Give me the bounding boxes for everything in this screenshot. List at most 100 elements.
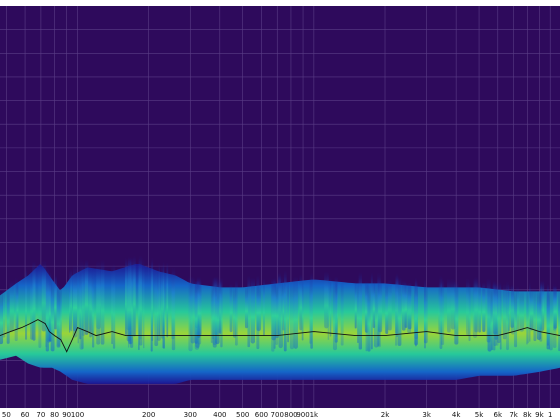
streak-155 [81, 263, 85, 336]
streak-141 [519, 291, 525, 332]
streak-172 [553, 286, 557, 329]
streak-153 [194, 281, 198, 344]
streak-94 [340, 280, 344, 346]
streak-79 [124, 257, 127, 336]
streak-137 [100, 259, 105, 345]
streak-98 [324, 271, 329, 329]
x-tick-label-18: 5k [475, 411, 484, 419]
streak-91 [50, 278, 55, 352]
streak-176 [450, 278, 456, 330]
streak-90 [133, 255, 136, 337]
streak-161 [126, 263, 131, 342]
streak-12 [533, 287, 537, 342]
streak-32 [293, 276, 298, 349]
streak-142 [69, 278, 71, 333]
streak-175 [387, 279, 392, 331]
streak-180 [506, 281, 509, 351]
streak-102 [423, 284, 428, 344]
x-tick-label-21: 8k [523, 411, 532, 419]
x-tick-label-3: 80 [50, 411, 59, 419]
streak-48 [70, 267, 72, 332]
streak-138 [54, 274, 57, 330]
streak-170 [372, 280, 376, 329]
streak-96 [529, 287, 534, 331]
x-tick-label-8: 400 [213, 411, 226, 419]
streak-76 [496, 281, 501, 344]
streak-104 [466, 278, 470, 336]
x-tick-label-9: 500 [236, 411, 249, 419]
streak-140 [271, 278, 276, 341]
streak-29 [357, 280, 359, 344]
streak-119 [73, 272, 78, 332]
streak-136 [478, 281, 481, 333]
streak-159 [491, 283, 493, 351]
streak-160 [486, 278, 491, 343]
streak-121 [87, 266, 92, 333]
streak-21 [84, 259, 89, 335]
x-tick-label-19: 6k [494, 411, 503, 419]
streak-177 [415, 277, 417, 347]
streak-181 [332, 280, 338, 351]
x-tick-label-20: 7k [509, 411, 518, 419]
streak-123 [502, 283, 507, 340]
x-tick-label-1: 60 [21, 411, 30, 419]
x-tick-label-15: 2k [381, 411, 390, 419]
streak-150 [511, 289, 515, 335]
streak-126 [197, 279, 202, 336]
streak-41 [287, 281, 290, 343]
x-tick-label-4: 90 [62, 411, 71, 419]
streak-70 [166, 261, 169, 338]
streak-156 [358, 272, 363, 350]
streak-69 [171, 267, 176, 351]
x-tick-label-16: 3k [422, 411, 431, 419]
x-tick-label-23: 1 [548, 411, 552, 419]
streak-164 [474, 276, 479, 333]
streak-99 [96, 260, 101, 345]
streak-122 [112, 263, 116, 349]
streak-40 [111, 264, 113, 345]
streak-184 [536, 290, 542, 341]
streak-110 [41, 260, 47, 332]
streak-169 [188, 275, 193, 352]
streak-145 [25, 267, 28, 340]
streak-117 [548, 288, 553, 351]
x-tick-label-11: 700 [271, 411, 284, 419]
streak-97 [6, 287, 10, 344]
x-tick-label-17: 4k [452, 411, 461, 419]
streak-163 [482, 282, 486, 332]
x-tick-label-0: 50 [2, 411, 11, 419]
spectrogram-chart: 50 60 70 80 90 100 200 300 400 500 600 700 800900 1k 2… [0, 6, 560, 420]
streak-178 [299, 274, 303, 331]
streak-158 [385, 282, 389, 334]
streak-188 [407, 284, 412, 334]
streak-111 [278, 275, 283, 349]
streak-162 [77, 263, 79, 344]
streak-56 [310, 272, 313, 349]
x-tick-label-5: 100 [71, 411, 84, 419]
streak-130 [447, 278, 451, 333]
streak-148 [151, 257, 154, 342]
streak-87 [329, 276, 332, 337]
streak-149 [404, 282, 408, 328]
x-tick-label-10: 600 [255, 411, 268, 419]
streak-101 [0, 290, 4, 345]
streak-144 [160, 264, 164, 339]
streak-185 [256, 285, 261, 332]
streak-151 [492, 281, 498, 335]
streak-27 [60, 285, 62, 342]
streak-187 [397, 277, 402, 347]
streak-166 [367, 282, 371, 352]
streak-183 [378, 280, 383, 333]
streak-182 [526, 289, 528, 345]
streak-120 [263, 278, 265, 336]
streak-28 [250, 277, 256, 344]
x-tick-label-7: 300 [184, 411, 197, 419]
streak-105 [439, 275, 443, 349]
streak-165 [283, 270, 287, 352]
streak-112 [138, 257, 140, 351]
streak-189 [212, 277, 217, 346]
streak-23 [9, 280, 14, 332]
streak-152 [289, 279, 295, 350]
streak-173 [16, 282, 19, 330]
streak-72 [30, 268, 34, 340]
